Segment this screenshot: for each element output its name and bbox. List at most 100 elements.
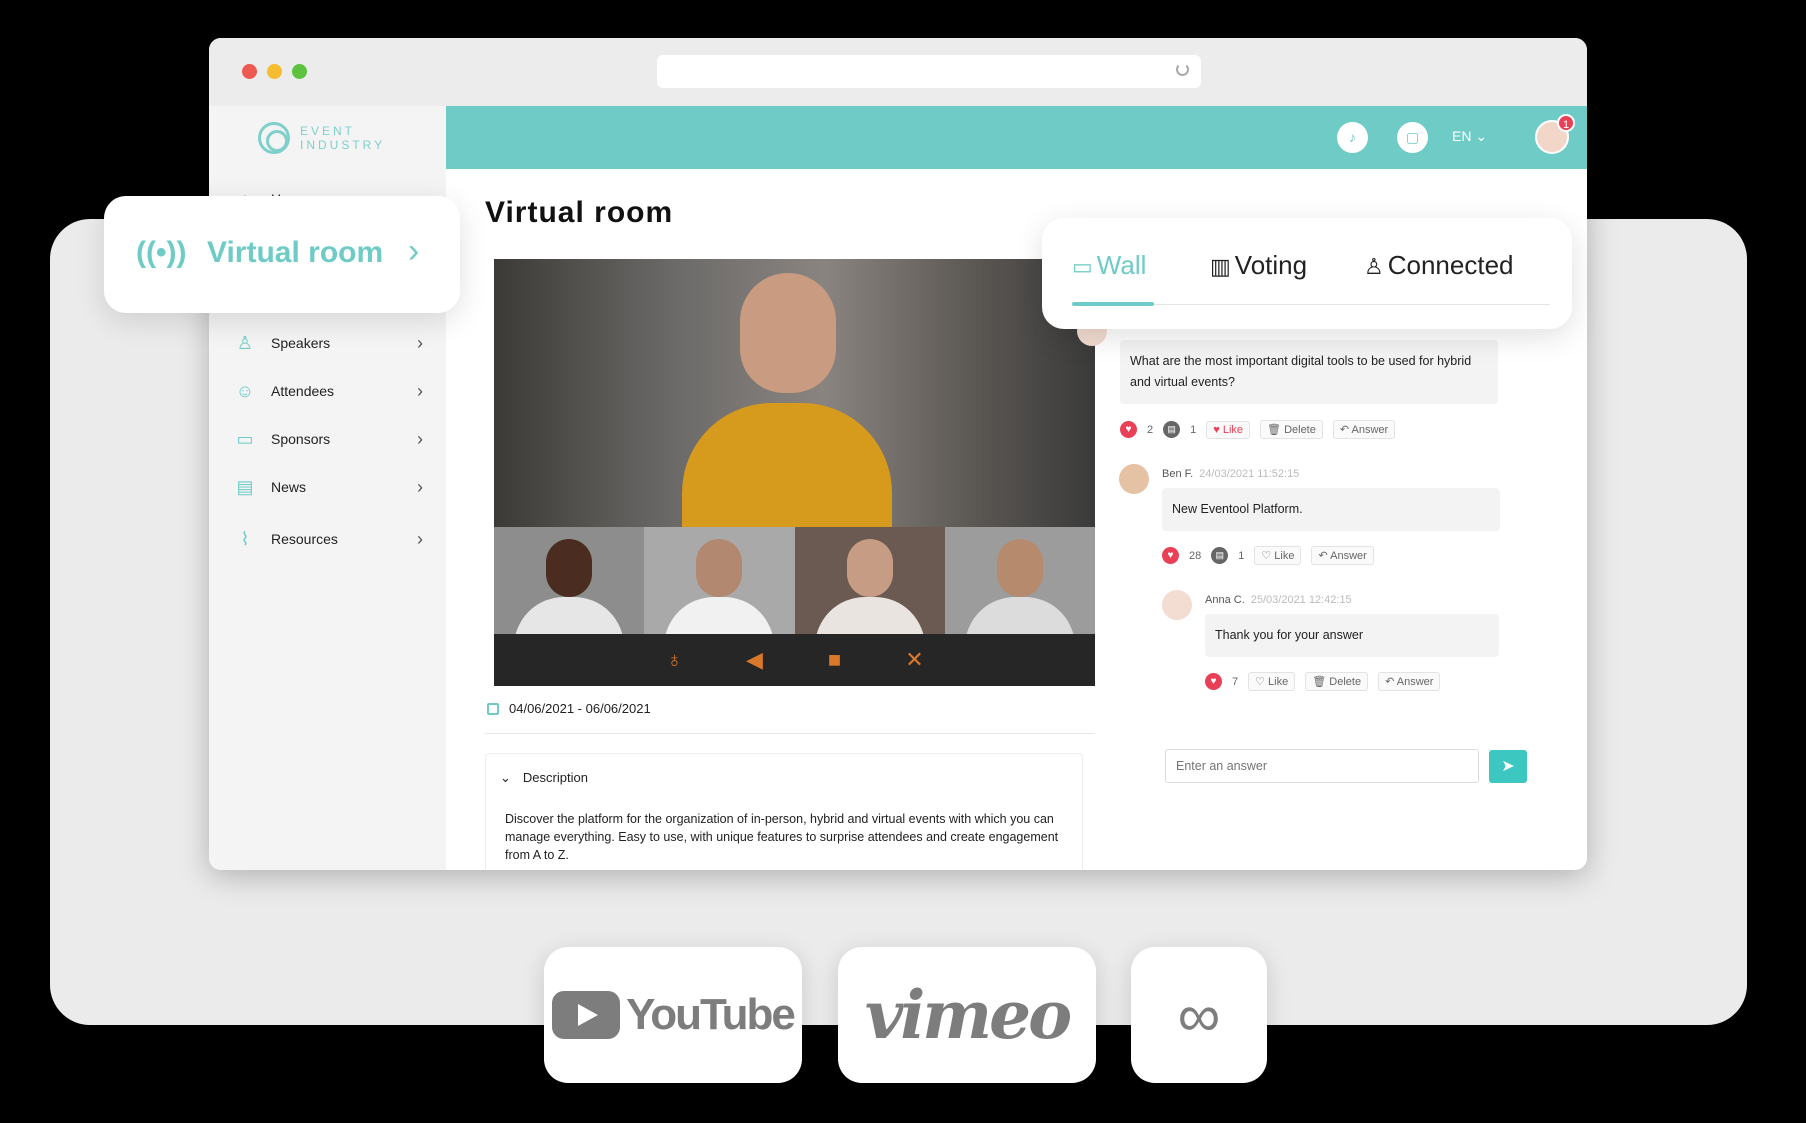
- attendees-icon: ☺: [235, 381, 255, 401]
- participant-video-tile[interactable]: [944, 527, 1095, 634]
- wall-message: Ben F. 24/03/2021 11:52:15 New Eventool P…: [1119, 464, 1551, 574]
- message-bubble: Thank you for your answer: [1205, 614, 1499, 657]
- chevron-right-icon: ›: [417, 476, 423, 497]
- message-actions: ♥ 2 ▤ 1 ♥ Like 🗑 Delete ↶ Answer: [1120, 420, 1396, 439]
- wall-message: Anna C.24/03/2021 11:50:31 What are the …: [1077, 316, 1551, 450]
- participant-video-tile[interactable]: [794, 527, 945, 634]
- sidebar-item-news[interactable]: ▤ News ›: [233, 472, 433, 502]
- virtual-room-highlight-card[interactable]: ((•)) Virtual room ›: [104, 196, 460, 313]
- highlight-label: Virtual room: [207, 236, 384, 269]
- address-bar[interactable]: [657, 55, 1201, 88]
- microphone-icon[interactable]: ♁: [662, 647, 688, 673]
- maximize-window-dot[interactable]: [292, 64, 307, 79]
- participant-video-tile[interactable]: [644, 527, 795, 634]
- wall-chat-icon: ▭: [1072, 254, 1093, 279]
- event-industry-logo[interactable]: EVENT INDUSTRY: [258, 122, 385, 154]
- link-integration-card[interactable]: ∞: [1131, 947, 1267, 1083]
- bell-icon[interactable]: ♪: [1337, 122, 1368, 153]
- description-toggle[interactable]: ⌄ Description: [500, 770, 588, 786]
- message-author: Ben F.: [1162, 468, 1194, 480]
- chevron-right-icon: ›: [417, 380, 423, 401]
- sidebar-item-label: Sponsors: [271, 431, 331, 447]
- news-icon: ▤: [236, 477, 254, 497]
- sidebar-item-label: Speakers: [271, 335, 331, 351]
- like-button[interactable]: ♡ Like: [1248, 672, 1296, 691]
- date-range: 04/06/2021 - 06/06/2021: [509, 701, 651, 716]
- language-selector[interactable]: EN ⌄: [1452, 128, 1487, 145]
- chevron-right-icon: ›: [417, 528, 423, 549]
- delete-button[interactable]: 🗑 Delete: [1305, 672, 1369, 691]
- close-window-dot[interactable]: [242, 64, 257, 79]
- message-bubble: New Eventool Platform.: [1162, 488, 1500, 531]
- reload-icon[interactable]: [1176, 63, 1189, 76]
- video-controls: ♁ ◀ ■ ✕: [494, 634, 1095, 686]
- user-check-icon: ♙: [1364, 254, 1384, 279]
- comment-icon: ▤: [1163, 421, 1181, 438]
- logo-mark-icon: [258, 122, 290, 154]
- vimeo-integration-card[interactable]: vimeo: [838, 947, 1096, 1083]
- chevron-down-icon: ⌄: [500, 770, 511, 785]
- chevron-right-icon: ›: [417, 428, 423, 449]
- chat-icon[interactable]: ▢: [1397, 122, 1428, 153]
- main-video-feed[interactable]: [494, 259, 1095, 527]
- minimize-window-dot[interactable]: [267, 64, 282, 79]
- sidebar-item-speakers[interactable]: ♙ Speakers ›: [233, 328, 433, 358]
- youtube-integration-card[interactable]: YouTube: [544, 947, 802, 1083]
- answer-button[interactable]: ↶ Answer: [1378, 672, 1441, 691]
- paperclip-icon: ⌇: [240, 529, 250, 549]
- browser-window: EVENT INDUSTRY ⌂ Home › ♙ Speakers › ☺ A…: [209, 38, 1587, 870]
- sidebar-item-label: News: [271, 479, 307, 495]
- speaker-icon: ♙: [236, 333, 254, 353]
- chevron-right-icon: ›: [417, 332, 423, 353]
- notification-badge: 1: [1557, 114, 1575, 132]
- delete-button[interactable]: 🗑 Delete: [1260, 420, 1323, 439]
- page-title: Virtual room: [485, 196, 674, 229]
- like-count: 28: [1189, 549, 1202, 562]
- sponsors-icon: ▭: [236, 429, 254, 449]
- send-icon: ➤: [1501, 758, 1515, 775]
- sidebar-item-attendees[interactable]: ☺ Attendees ›: [233, 376, 433, 406]
- tab-connected[interactable]: ♙ Connected: [1364, 250, 1514, 281]
- wall-tabs-card: ▭ Wall ▥ Voting ♙ Connected: [1042, 218, 1572, 329]
- bar-chart-icon: ▥: [1210, 254, 1231, 279]
- link-icon: ∞: [1177, 981, 1221, 1049]
- description-panel: ⌄ Description Discover the platform for …: [485, 753, 1083, 870]
- description-text: Discover the platform for the organizati…: [505, 812, 1059, 862]
- camera-icon[interactable]: ■: [822, 647, 848, 673]
- vimeo-wordmark: vimeo: [864, 976, 1072, 1054]
- comment-count: 1: [1238, 549, 1245, 562]
- tab-wall[interactable]: ▭ Wall: [1072, 250, 1146, 281]
- send-button[interactable]: ➤: [1489, 750, 1527, 783]
- message-actions: ♥ 28 ▤ 1 ♡ Like ↶ Answer: [1162, 546, 1374, 565]
- participant-video-tile[interactable]: [494, 527, 645, 634]
- youtube-logo: YouTube: [552, 990, 796, 1040]
- answer-input[interactable]: [1165, 749, 1479, 783]
- active-tab-indicator: [1072, 302, 1154, 306]
- chevron-right-icon: ›: [408, 232, 420, 270]
- comment-icon: ▤: [1211, 547, 1229, 564]
- top-bar: ♪ ▢ EN ⌄ 1: [446, 106, 1587, 169]
- description-heading: Description: [522, 770, 588, 785]
- sidebar-item-sponsors[interactable]: ▭ Sponsors ›: [233, 424, 433, 454]
- hang-up-icon[interactable]: ✕: [902, 647, 928, 673]
- like-button[interactable]: ♥ Like: [1206, 420, 1251, 439]
- like-button[interactable]: ♡ Like: [1254, 546, 1302, 565]
- browser-titlebar: [209, 38, 1587, 106]
- like-count: 7: [1232, 675, 1239, 688]
- message-bubble: What are the most important digital tool…: [1120, 340, 1498, 404]
- answer-button[interactable]: ↶ Answer: [1311, 546, 1374, 565]
- sidebar-item-resources[interactable]: ⌇ Resources ›: [233, 524, 433, 554]
- participant-thumbnails: [494, 527, 1095, 634]
- answer-button[interactable]: ↶ Answer: [1332, 420, 1396, 439]
- logo-line-1: EVENT: [300, 124, 356, 138]
- tab-voting[interactable]: ▥ Voting: [1210, 250, 1307, 281]
- heart-icon: ♥: [1162, 547, 1179, 564]
- video-call-panel: ♁ ◀ ■ ✕: [494, 259, 1095, 686]
- heart-icon: ♥: [1120, 421, 1137, 438]
- date-range-row: 04/06/2021 - 06/06/2021: [487, 701, 651, 716]
- speaker-volume-icon[interactable]: ◀: [742, 647, 768, 673]
- youtube-wordmark: YouTube: [626, 990, 796, 1039]
- like-count: 2: [1147, 423, 1154, 436]
- youtube-play-icon: [552, 991, 621, 1039]
- wall-message: Anna C. 25/03/2021 12:42:15 Thank you for…: [1162, 590, 1550, 700]
